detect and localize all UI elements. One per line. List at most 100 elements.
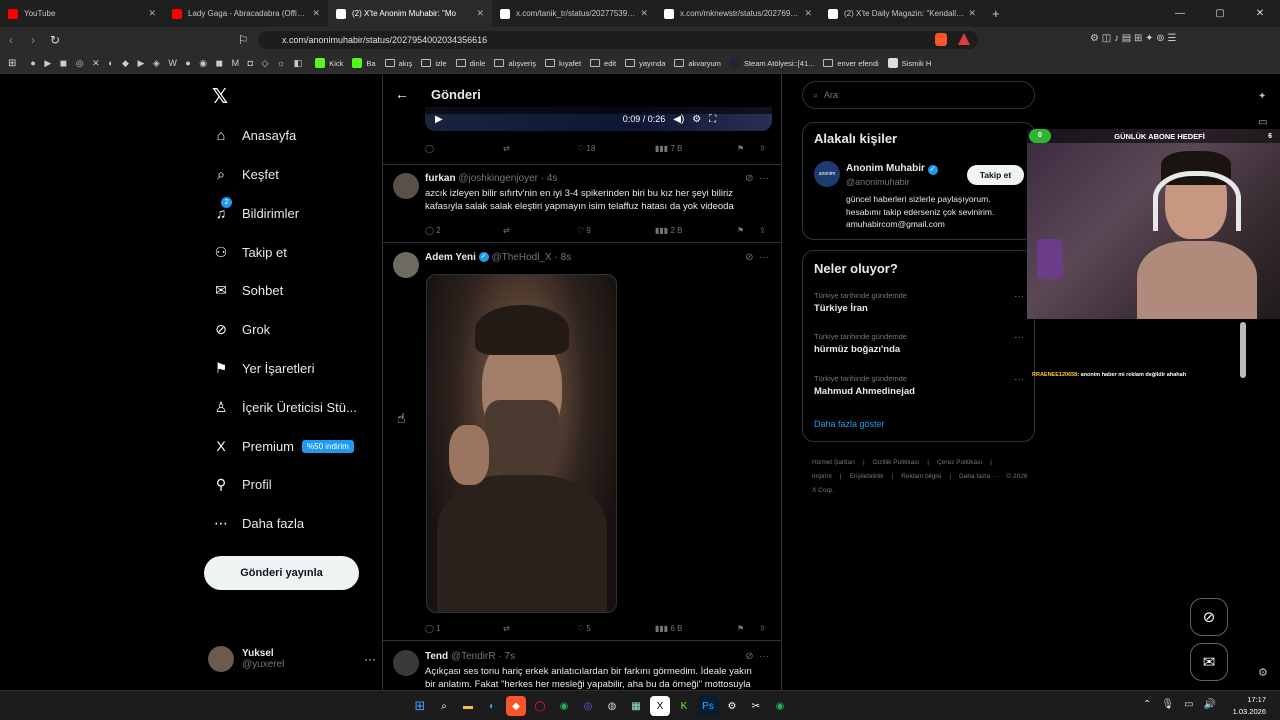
trend-item[interactable]: Türkiye tarihinde gündemde hürmüz boğazı'… <box>814 332 1024 355</box>
repost-icon[interactable]: ⇄ <box>503 144 577 153</box>
tweet-menu[interactable]: ⊘ ··· <box>745 173 769 184</box>
account-switcher[interactable]: Yuksel @yuxerel ··· <box>208 644 376 674</box>
show-more-link[interactable]: Daha fazla göster <box>814 419 885 429</box>
nav-item-follow[interactable]: ⚇ Takip et <box>212 239 287 265</box>
footer-link[interactable]: Erişilebilirlik <box>850 473 884 480</box>
opera-icon[interactable]: ◯ <box>530 696 550 716</box>
bookmark-item[interactable]: yayında <box>625 58 665 68</box>
nav-item-home[interactable]: ⌂ Anasayfa <box>212 122 296 148</box>
start-icon[interactable]: ⊞ <box>410 696 430 716</box>
scrollbar[interactable] <box>1240 322 1246 378</box>
bookmark-icon[interactable]: ⚑ <box>737 144 759 153</box>
x-logo-icon[interactable]: 𝕏 <box>212 84 228 109</box>
bookmark-favicons[interactable]: ● ▶ ◼ ◎ ✕ ◐ ◆ ▶ ◈ W ● ◉ ◼ M ◘ ◇ ☼ ◧ <box>30 58 305 69</box>
close-tab-icon[interactable]: ✕ <box>312 8 320 19</box>
steam-icon[interactable]: ◍ <box>602 696 622 716</box>
browser-tab[interactable]: Lady Gaga - Abracadabra (Official Mu✕ <box>164 0 328 27</box>
bookmark-item[interactable]: Steam Atölyesi::[41... <box>729 58 814 68</box>
edge-icon[interactable]: ◐ <box>482 696 502 716</box>
snipping-icon[interactable]: ✂ <box>746 696 766 716</box>
bookmark-item[interactable]: izle <box>421 58 447 68</box>
close-tab-icon[interactable]: ✕ <box>968 8 976 19</box>
like-button[interactable]: ♡ 9 <box>577 226 655 235</box>
more-dots-icon[interactable]: ··· <box>364 652 376 666</box>
bookmark-item[interactable]: akvaryum <box>674 58 721 68</box>
settings-icon[interactable]: ⚙ <box>692 114 701 125</box>
search-input[interactable]: ⌕ Ara <box>802 81 1035 109</box>
footer-link[interactable]: Imprint <box>812 473 832 480</box>
bookmark-item[interactable]: enver efendi <box>823 58 879 68</box>
nav-item-creator[interactable]: ♙ İçerik Üreticisi Stü... <box>212 394 357 420</box>
system-tray[interactable]: ⌃ 🎙 ▭ 🔊 <box>1133 699 1216 710</box>
bookmark-item[interactable]: Kick <box>315 58 343 68</box>
views-button[interactable]: ▮▮▮ 6 B <box>655 624 737 633</box>
repost-icon[interactable]: ⇄ <box>503 624 577 633</box>
follow-button[interactable]: Takip et <box>967 165 1024 185</box>
reply-icon[interactable]: ◯ <box>425 144 503 153</box>
bookmark-item[interactable]: dinle <box>455 58 485 68</box>
tweet-avatar[interactable] <box>393 252 419 278</box>
nav-item-more[interactable]: ⋯ Daha fazla <box>212 510 304 536</box>
nav-item-mail[interactable]: ✉ Sohbet <box>212 277 283 303</box>
nav-item-bookmark[interactable]: ⚑ Yer İşaretleri <box>212 355 315 381</box>
close-tab-icon[interactable]: ✕ <box>476 8 484 19</box>
browser-tab[interactable]: (2) X'te Daily Magazin: "Kendall Jenn ✕ <box>820 0 984 27</box>
forward-icon[interactable]: › <box>22 33 44 47</box>
share-icon[interactable]: ⇪ <box>759 624 766 633</box>
share-icon[interactable]: ⇪ <box>759 144 766 153</box>
kick-app-icon[interactable]: K <box>674 696 694 716</box>
like-button[interactable]: ♡ 5 <box>577 624 655 633</box>
tweet-menu[interactable]: ⊘ ··· <box>745 252 769 263</box>
more-dots-icon[interactable]: ··· <box>1014 374 1024 385</box>
extensions-icon[interactable]: ⚙ ◫ ♪ ▤ ⊞ ✦ ⊚ ☰ <box>1090 33 1176 44</box>
network-icon[interactable]: ▭ <box>1184 699 1193 710</box>
post-button[interactable]: Gönderi yayınla <box>204 556 359 590</box>
tweet-author[interactable]: Tend @TendirR · 7s <box>425 651 515 662</box>
footer-link[interactable]: Hizmet Şartları <box>812 459 855 466</box>
reply-button[interactable]: ◯ 2 <box>425 226 503 235</box>
calculator-icon[interactable]: ▦ <box>626 696 646 716</box>
maximize-icon[interactable]: ▢ <box>1200 8 1240 19</box>
reload-icon[interactable]: ↻ <box>44 33 66 47</box>
brave-shield-icon[interactable] <box>935 33 947 46</box>
footer-link[interactable]: Reklam bilgisi <box>901 473 941 480</box>
tweet-photo[interactable] <box>426 274 617 613</box>
back-arrow-icon[interactable]: ← <box>395 86 431 102</box>
chevron-up-icon[interactable]: ⌃ <box>1143 699 1151 710</box>
bookmark-item[interactable]: akış <box>384 58 412 68</box>
footer-link[interactable]: Çerez Politikası <box>937 459 982 466</box>
tweet-menu[interactable]: ⊘ ··· <box>745 651 769 662</box>
trend-item[interactable]: Türkiye tarihinde gündemde Türkiye İran ··… <box>814 291 1024 314</box>
views-button[interactable]: ▮▮▮ 2 B <box>655 226 737 235</box>
close-window-icon[interactable]: ✕ <box>1240 8 1280 19</box>
nav-item-grok[interactable]: ⊘ Grok <box>212 316 270 342</box>
more-dots-icon[interactable]: ··· <box>1014 291 1024 302</box>
spotify-icon-2[interactable]: ◉ <box>770 696 790 716</box>
new-tab-icon[interactable]: + <box>984 6 1008 21</box>
browser-tab[interactable]: (2) X'te Anonim Muhabir: "Mo ✕ <box>328 0 492 27</box>
back-icon[interactable]: ‹ <box>0 33 22 47</box>
tweet-author[interactable]: Adem Yeni ✓ @TheHodl_X · 8s <box>425 252 571 263</box>
clock[interactable]: 17:17 1.03.2026 <box>1233 694 1266 718</box>
url-field[interactable]: x.com/anonimuhabir/status/20279540020343… <box>258 31 978 49</box>
close-tab-icon[interactable]: ✕ <box>148 8 156 19</box>
settings-app-icon[interactable]: ⚙ <box>722 696 742 716</box>
bookmark-item[interactable]: Ba <box>352 58 376 68</box>
tweet[interactable]: Tend @TendirR · 7s ⊘ ··· Açıkçası ses to… <box>383 640 781 690</box>
fullscreen-icon[interactable]: ⛶ <box>709 114 716 125</box>
play-icon[interactable]: ▶ <box>435 114 443 125</box>
like-button[interactable]: ♡ 18 <box>577 144 655 153</box>
nav-item-search[interactable]: ⌕ Keşfet <box>212 161 279 187</box>
views-button[interactable]: ▮▮▮ 7 B <box>655 144 737 153</box>
bookmark-item[interactable]: kıyafet <box>544 58 581 68</box>
related-name-row[interactable]: Anonim Muhabir ✓ <box>846 163 938 175</box>
close-tab-icon[interactable]: ✕ <box>640 8 648 19</box>
tweet-avatar[interactable] <box>393 173 419 199</box>
bookmark-page-icon[interactable]: ⚐ <box>232 33 254 47</box>
minimize-icon[interactable]: — <box>1160 8 1200 19</box>
share-icon[interactable]: ⇪ <box>759 226 766 235</box>
bookmark-icon[interactable]: ⚑ <box>737 226 759 235</box>
file-explorer-icon[interactable]: ▬ <box>458 696 478 716</box>
tweet[interactable]: Adem Yeni ✓ @TheHodl_X · 8s ⊘ ··· ◯ 1 ⇄ … <box>383 242 781 640</box>
bookmark-item[interactable]: alışveriş <box>494 58 536 68</box>
